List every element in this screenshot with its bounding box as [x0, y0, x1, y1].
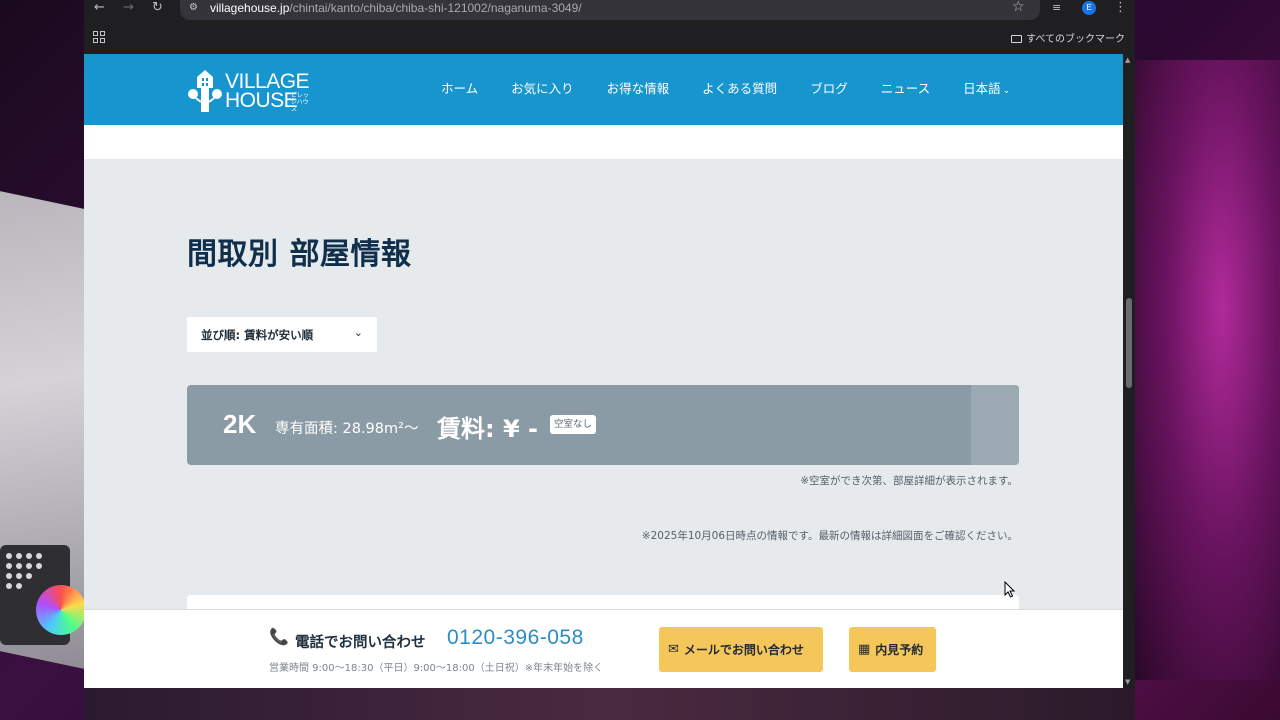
mouse-cursor-icon [1004, 581, 1016, 598]
forward-icon[interactable]: → [123, 0, 134, 16]
mail-icon: ✉ [668, 641, 679, 657]
site-header: VILLAGE HOUSE ビレッジハウス ホーム お気に入り お得な情報 よく… [84, 54, 1123, 125]
room-area: 専有面積: 28.98m²〜 [275, 421, 419, 437]
scroll-thumb[interactable] [1126, 298, 1132, 388]
back-icon[interactable]: ← [94, 0, 105, 16]
nav-faq[interactable]: よくある質問 [702, 81, 777, 99]
scrollbar[interactable]: ▲ ▼ [1123, 54, 1135, 688]
nav-home[interactable]: ホーム [441, 81, 478, 99]
star-icon[interactable]: ☆ [1012, 0, 1025, 15]
viewing-reservation-button[interactable]: ▦ 内見予約 [849, 627, 936, 672]
sort-label: 並び順: 賃料が安い順 [201, 328, 314, 342]
white-band [84, 125, 1123, 159]
room-type: 2K [223, 409, 257, 439]
nav-blog[interactable]: ブログ [810, 81, 848, 99]
reload-icon[interactable]: ↻ [152, 0, 163, 16]
site-settings-icon[interactable]: ⚙ [189, 2, 198, 13]
room-rent: 賃料: ¥ - [437, 415, 538, 443]
phone-number[interactable]: 0120-396-058 [447, 626, 584, 650]
logo-sub: ビレッジハウス [291, 92, 310, 113]
apps-icon[interactable] [93, 31, 105, 43]
all-bookmarks-label: すべてのブックマーク [1026, 34, 1125, 45]
sort-dropdown[interactable]: 並び順: 賃料が安い順 ⌄ [187, 317, 377, 352]
viewing-reservation-label: 内見予約 [875, 643, 924, 657]
business-hours: 営業時間 9:00〜18:30（平日）9:00〜18:00（土日祝）※年末年始を… [269, 663, 604, 674]
nav-favorites[interactable]: お気に入り [511, 81, 574, 99]
vacancy-note: ※空室ができ次第、部屋詳細が表示されます。 [800, 475, 1018, 487]
page-viewport: VILLAGE HOUSE ビレッジハウス ホーム お気に入り お得な情報 よく… [84, 54, 1123, 688]
site-logo[interactable]: VILLAGE HOUSE ビレッジハウス [187, 68, 312, 114]
contact-bar: 📞 電話でお問い合わせ 0120-396-058 営業時間 9:00〜18:30… [84, 609, 1123, 688]
email-inquiry-button[interactable]: ✉ メールでお問い合わせ [659, 627, 823, 672]
nav-language[interactable]: 日本語 ⌄ [963, 81, 1010, 99]
bookmarks-bar: すべてのブックマーク [84, 22, 1135, 54]
profile-avatar[interactable]: E [1082, 1, 1096, 15]
nav-language-label: 日本語 [963, 81, 1001, 96]
scroll-up-icon[interactable]: ▲ [1125, 56, 1130, 64]
background-color-ring [36, 585, 86, 635]
background-chair [1135, 60, 1280, 680]
room-card-expand-tab[interactable] [971, 385, 1019, 465]
scroll-down-icon[interactable]: ▼ [1125, 678, 1130, 686]
section-title: 間取別 部屋情報 [187, 237, 412, 272]
main-nav: ホーム お気に入り お得な情報 よくある質問 ブログ ニュース 日本語 ⌄ [441, 81, 1010, 99]
phone-label: 電話でお問い合わせ [295, 635, 426, 651]
background-desk-edge [84, 688, 1135, 720]
nav-deals[interactable]: お得な情報 [607, 81, 670, 99]
media-icon[interactable]: ≡ [1052, 0, 1061, 16]
url-text[interactable]: villagehouse.jp/chintai/kanto/chiba/chib… [210, 1, 582, 15]
chevron-down-icon: ⌄ [353, 326, 363, 339]
address-bar-row: ← → ↻ ⚙ villagehouse.jp/chintai/kanto/ch… [84, 0, 1135, 22]
email-inquiry-label: メールでお問い合わせ [683, 643, 804, 657]
menu-icon[interactable]: ⋮ [1114, 0, 1127, 16]
url-path: /chintai/kanto/chiba/chiba-shi-121002/na… [289, 1, 582, 15]
chevron-down-icon: ⌄ [1002, 86, 1011, 96]
room-card[interactable]: 2K 専有面積: 28.98m²〜 賃料: ¥ - 空室なし [187, 385, 1019, 465]
logo-line2: HOUSE [225, 89, 298, 112]
folder-icon [1011, 35, 1023, 43]
date-note: ※2025年10月06日時点の情報です。最新の情報は詳細図面をご確認ください。 [641, 530, 1018, 542]
url-host: villagehouse.jp [210, 1, 290, 15]
vacancy-badge: 空室なし [550, 415, 597, 434]
calendar-icon: ▦ [858, 641, 871, 657]
nav-news[interactable]: ニュース [881, 81, 930, 99]
house-tree-icon [188, 70, 222, 112]
all-bookmarks-button[interactable]: すべてのブックマーク [1011, 30, 1125, 45]
phone-icon: 📞 [269, 627, 289, 646]
